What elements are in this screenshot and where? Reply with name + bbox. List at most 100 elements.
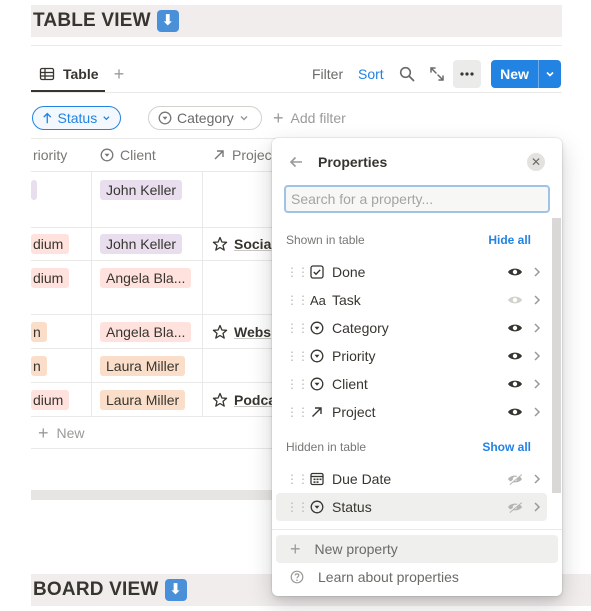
table-icon (39, 67, 55, 81)
popover-divider (272, 529, 562, 530)
close-icon[interactable]: ✕ (527, 153, 545, 171)
new-button[interactable]: New (491, 60, 561, 88)
select-icon (310, 318, 332, 338)
toolbar-divider (31, 92, 562, 93)
arrow-up-icon (43, 112, 52, 124)
property-name: Done (332, 264, 366, 280)
add-view-plus-icon[interactable]: + (110, 62, 128, 86)
property-row-done[interactable]: ⋮⋮ Done (276, 258, 547, 286)
chevron-right-icon[interactable] (527, 402, 547, 422)
hidden-in-table-label: Hidden in table (286, 440, 367, 454)
chevron-right-icon[interactable] (527, 469, 547, 489)
column-header-project[interactable]: Projec (212, 138, 272, 171)
drag-handle-icon[interactable]: ⋮⋮ (286, 472, 309, 486)
more-options-icon[interactable] (453, 60, 481, 88)
property-name: Task (332, 292, 361, 308)
property-row-task[interactable]: ⋮⋮ Aa Task (276, 286, 547, 314)
chevron-right-icon[interactable] (527, 346, 547, 366)
priority-pill: n (31, 356, 47, 376)
property-name: Priority (332, 348, 376, 364)
client-pill: John Keller (100, 180, 183, 200)
chevron-right-icon[interactable] (527, 374, 547, 394)
learn-about-properties-link[interactable]: Learn about properties (276, 563, 558, 591)
column-header-priority-label: riority (33, 146, 68, 163)
popover-scrollbar[interactable] (552, 218, 561, 493)
property-name: Client (332, 376, 368, 392)
calendar-icon (310, 469, 332, 489)
drag-handle-icon[interactable]: ⋮⋮ (286, 293, 309, 307)
property-row-client[interactable]: ⋮⋮ Client (276, 370, 547, 398)
client-pill: Angela Bla... (100, 322, 192, 342)
row-border (31, 314, 281, 315)
priority-pill: dium (31, 234, 70, 254)
column-header-client[interactable]: Client (100, 138, 156, 171)
drag-handle-icon[interactable]: ⋮⋮ (286, 265, 309, 279)
row-border (31, 348, 281, 349)
column-header-project-label: Projec (232, 146, 272, 163)
eye-icon[interactable] (503, 262, 527, 282)
priority-pill: n (31, 322, 47, 342)
learn-about-properties-label: Learn about properties (318, 569, 459, 585)
drag-handle-icon[interactable]: ⋮⋮ (286, 349, 309, 363)
star-icon (212, 236, 228, 251)
property-row-due-date[interactable]: ⋮⋮ Due Date (276, 465, 547, 493)
eye-hidden-icon[interactable] (503, 469, 527, 489)
category-filter-label: Category (177, 110, 234, 126)
table-view-heading: TABLE VIEW ⬇ (31, 5, 562, 37)
back-arrow-icon[interactable] (286, 152, 306, 172)
client-pill: Angela Bla... (100, 268, 192, 288)
chevron-right-icon[interactable] (527, 290, 547, 310)
eye-icon[interactable] (503, 402, 527, 422)
property-row-category[interactable]: ⋮⋮ Category (276, 314, 547, 342)
add-filter-button[interactable]: + Add filter (273, 106, 346, 130)
drag-handle-icon[interactable]: ⋮⋮ (286, 405, 309, 419)
property-search-input[interactable] (284, 185, 550, 213)
filter-button[interactable]: Filter (312, 63, 343, 85)
property-row-priority[interactable]: ⋮⋮ Priority (276, 342, 547, 370)
row-border (31, 416, 281, 417)
board-view-title: BOARD VIEW (33, 579, 159, 600)
sort-button[interactable]: Sort (358, 63, 384, 85)
chevron-right-icon[interactable] (527, 497, 547, 517)
properties-popover: Properties ✕ Shown in table Hide all ⋮⋮ … (272, 138, 562, 596)
eye-icon[interactable] (503, 346, 527, 366)
expand-icon[interactable] (425, 62, 449, 86)
new-property-button[interactable]: + New property (276, 535, 558, 563)
chevron-down-icon (240, 115, 248, 121)
select-icon (310, 497, 332, 517)
show-all-button[interactable]: Show all (482, 440, 531, 454)
category-filter-chip[interactable]: Category (148, 106, 262, 130)
chevron-right-icon[interactable] (527, 318, 547, 338)
search-icon[interactable] (395, 62, 419, 86)
select-icon (310, 346, 332, 366)
eye-icon[interactable] (503, 374, 527, 394)
property-row-status[interactable]: ⋮⋮ Status (276, 493, 547, 521)
tab-table[interactable]: Table (31, 58, 99, 90)
row-border (31, 227, 281, 228)
hide-all-button[interactable]: Hide all (488, 233, 531, 247)
column-header-priority[interactable]: riority (33, 138, 67, 171)
text-icon: Aa (310, 292, 326, 308)
status-filter-chip[interactable]: Status (32, 106, 121, 130)
project-link[interactable]: Webs (212, 322, 271, 342)
eye-icon[interactable] (503, 318, 527, 338)
project-link[interactable]: Podca (212, 390, 276, 410)
drag-handle-icon[interactable]: ⋮⋮ (286, 500, 309, 514)
star-icon (212, 392, 228, 407)
drag-handle-icon[interactable]: ⋮⋮ (286, 321, 309, 335)
chevron-right-icon[interactable] (527, 262, 547, 282)
project-link-label: Webs (234, 324, 272, 340)
new-row-button[interactable]: + New (38, 423, 85, 443)
priority-pill: dium (31, 390, 70, 410)
drag-handle-icon[interactable]: ⋮⋮ (286, 377, 309, 391)
chevron-down-icon[interactable] (539, 60, 561, 88)
eye-hidden-icon[interactable] (503, 497, 527, 517)
row-border (31, 260, 281, 261)
horizontal-scrollbar[interactable] (31, 490, 281, 500)
column-header-client-label: Client (120, 146, 156, 163)
column-separator (91, 171, 92, 417)
select-icon (310, 374, 332, 394)
project-link[interactable]: Socia (212, 234, 271, 254)
property-row-project[interactable]: ⋮⋮ Project (276, 398, 547, 426)
plus-icon: + (38, 422, 49, 443)
